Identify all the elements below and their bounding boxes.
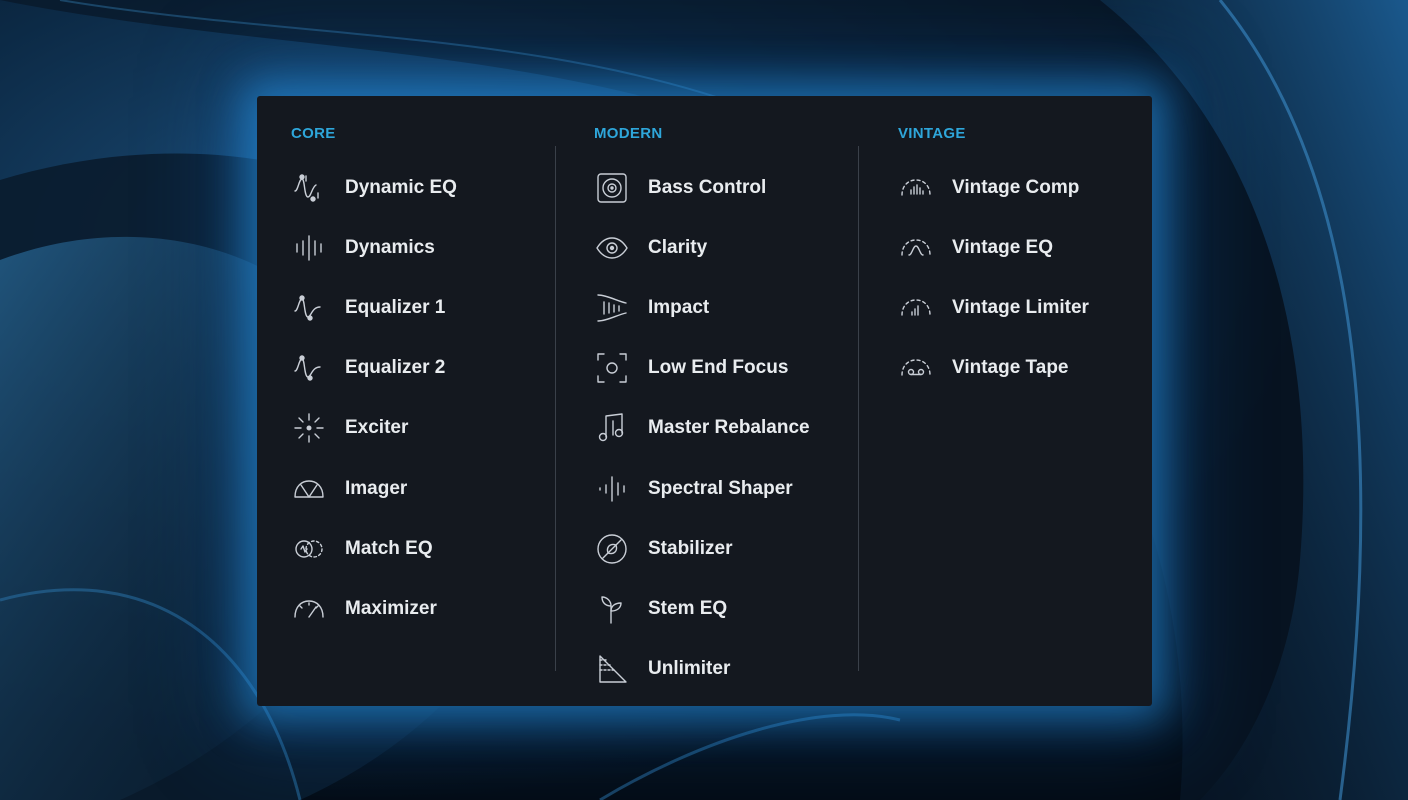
menu-item-label: Vintage EQ: [952, 237, 1054, 258]
match-eq-icon: [291, 531, 327, 567]
menu-item-vintage-tape[interactable]: Vintage Tape: [898, 348, 1158, 388]
spectral-shaper-icon: [594, 471, 630, 507]
menu-item-master-rebalance[interactable]: Master Rebalance: [594, 408, 854, 448]
menu-item-label: Spectral Shaper: [648, 478, 793, 499]
menu-item-label: Low End Focus: [648, 357, 789, 378]
menu-item-label: Unlimiter: [648, 658, 731, 679]
modern-heading: MODERN: [594, 125, 663, 142]
menu-item-match-eq[interactable]: Match EQ: [291, 529, 551, 569]
sprout-icon: [594, 591, 630, 627]
menu-item-stabilizer[interactable]: Stabilizer: [594, 529, 854, 569]
menu-item-impact[interactable]: Impact: [594, 288, 854, 328]
menu-item-vintage-comp[interactable]: Vintage Comp: [898, 168, 1158, 208]
menu-item-label: Vintage Limiter: [952, 297, 1089, 318]
menu-item-equalizer-1[interactable]: Equalizer 1: [291, 288, 551, 328]
vintage-heading: VINTAGE: [898, 125, 966, 142]
menu-item-label: Stabilizer: [648, 538, 733, 559]
speaker-icon: [594, 170, 630, 206]
vintage-tape-icon: [898, 350, 934, 386]
exciter-icon: [291, 410, 327, 446]
menu-item-label: Master Rebalance: [648, 417, 810, 438]
core-heading: CORE: [291, 125, 336, 142]
equalizer-icon: [291, 290, 327, 326]
vintage-eq-icon: [898, 230, 934, 266]
music-note-icon: [594, 410, 630, 446]
menu-item-label: Dynamic EQ: [345, 177, 457, 198]
menu-item-clarity[interactable]: Clarity: [594, 228, 854, 268]
dynamic-eq-icon: [291, 170, 327, 206]
modern-column: MODERN Bass Control Clarity Impact Low E…: [560, 96, 860, 706]
menu-item-vintage-limiter[interactable]: Vintage Limiter: [898, 288, 1158, 328]
menu-item-equalizer-2[interactable]: Equalizer 2: [291, 348, 551, 388]
menu-item-label: Equalizer 2: [345, 357, 446, 378]
menu-item-low-end-focus[interactable]: Low End Focus: [594, 348, 854, 388]
menu-item-label: Imager: [345, 478, 408, 499]
menu-item-dynamics[interactable]: Dynamics: [291, 228, 551, 268]
eye-icon: [594, 230, 630, 266]
menu-item-imager[interactable]: Imager: [291, 469, 551, 509]
menu-item-stem-eq[interactable]: Stem EQ: [594, 589, 854, 629]
menu-item-dynamic-eq[interactable]: Dynamic EQ: [291, 168, 551, 208]
equalizer-icon: [291, 350, 327, 386]
vintage-column: VINTAGE Vintage Comp Vintage EQ Vintage …: [864, 96, 1164, 706]
menu-item-label: Stem EQ: [648, 598, 728, 619]
stabilizer-icon: [594, 531, 630, 567]
unlimiter-icon: [594, 651, 630, 687]
imager-icon: [291, 471, 327, 507]
impact-icon: [594, 290, 630, 326]
menu-item-label: Dynamics: [345, 237, 435, 258]
dynamics-icon: [291, 230, 327, 266]
menu-item-label: Match EQ: [345, 538, 433, 559]
menu-item-label: Vintage Tape: [952, 357, 1069, 378]
vintage-comp-icon: [898, 170, 934, 206]
menu-item-label: Impact: [648, 297, 710, 318]
menu-item-exciter[interactable]: Exciter: [291, 408, 551, 448]
menu-item-spectral-shaper[interactable]: Spectral Shaper: [594, 469, 854, 509]
menu-item-label: Maximizer: [345, 598, 437, 619]
menu-item-bass-control[interactable]: Bass Control: [594, 168, 854, 208]
core-column: CORE Dynamic EQ Dynamics Equalizer 1 Equ…: [257, 96, 557, 706]
menu-item-label: Equalizer 1: [345, 297, 446, 318]
menu-item-label: Bass Control: [648, 177, 767, 198]
maximizer-icon: [291, 591, 327, 627]
vintage-limiter-icon: [898, 290, 934, 326]
menu-item-maximizer[interactable]: Maximizer: [291, 589, 551, 629]
focus-icon: [594, 350, 630, 386]
menu-item-label: Clarity: [648, 237, 708, 258]
module-menu-panel: CORE Dynamic EQ Dynamics Equalizer 1 Equ…: [257, 96, 1152, 706]
menu-item-label: Exciter: [345, 417, 409, 438]
menu-item-vintage-eq[interactable]: Vintage EQ: [898, 228, 1158, 268]
menu-item-label: Vintage Comp: [952, 177, 1080, 198]
menu-item-unlimiter[interactable]: Unlimiter: [594, 649, 854, 689]
